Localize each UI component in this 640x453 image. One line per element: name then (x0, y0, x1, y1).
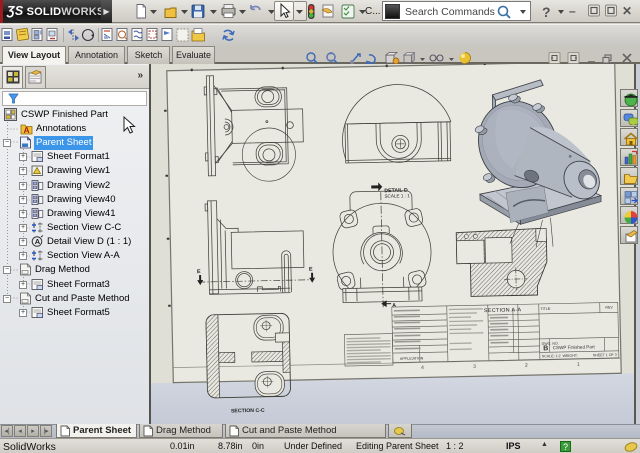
svg-text:REV: REV (605, 305, 613, 309)
svg-text:B: B (543, 345, 548, 352)
svg-text:E: E (197, 269, 201, 275)
svg-text:2: 2 (525, 363, 528, 369)
svg-text:A: A (24, 125, 30, 135)
svg-text:CSWP Finished Part: CSWP Finished Part (553, 344, 596, 350)
svg-text:APPLICATION: APPLICATION (400, 356, 424, 360)
svg-text:SHEET 1 OF 3: SHEET 1 OF 3 (593, 353, 617, 357)
svg-text:A: A (392, 303, 396, 309)
svg-text:SECTION C-C: SECTION C-C (231, 408, 265, 415)
svg-text:A: A (35, 237, 41, 246)
svg-text:4: 4 (421, 365, 424, 371)
svg-text:SECTION A-A: SECTION A-A (484, 307, 522, 314)
svg-text:3: 3 (473, 364, 476, 370)
svg-text:1: 1 (577, 362, 580, 368)
svg-text:SCALE: 1:2 WEIGHT:: SCALE: 1:2 WEIGHT: (542, 354, 578, 359)
svg-text:TITLE:: TITLE: (540, 307, 551, 311)
svg-text:SCALE 1 : 1: SCALE 1 : 1 (384, 193, 410, 199)
svg-text:E: E (309, 267, 313, 273)
